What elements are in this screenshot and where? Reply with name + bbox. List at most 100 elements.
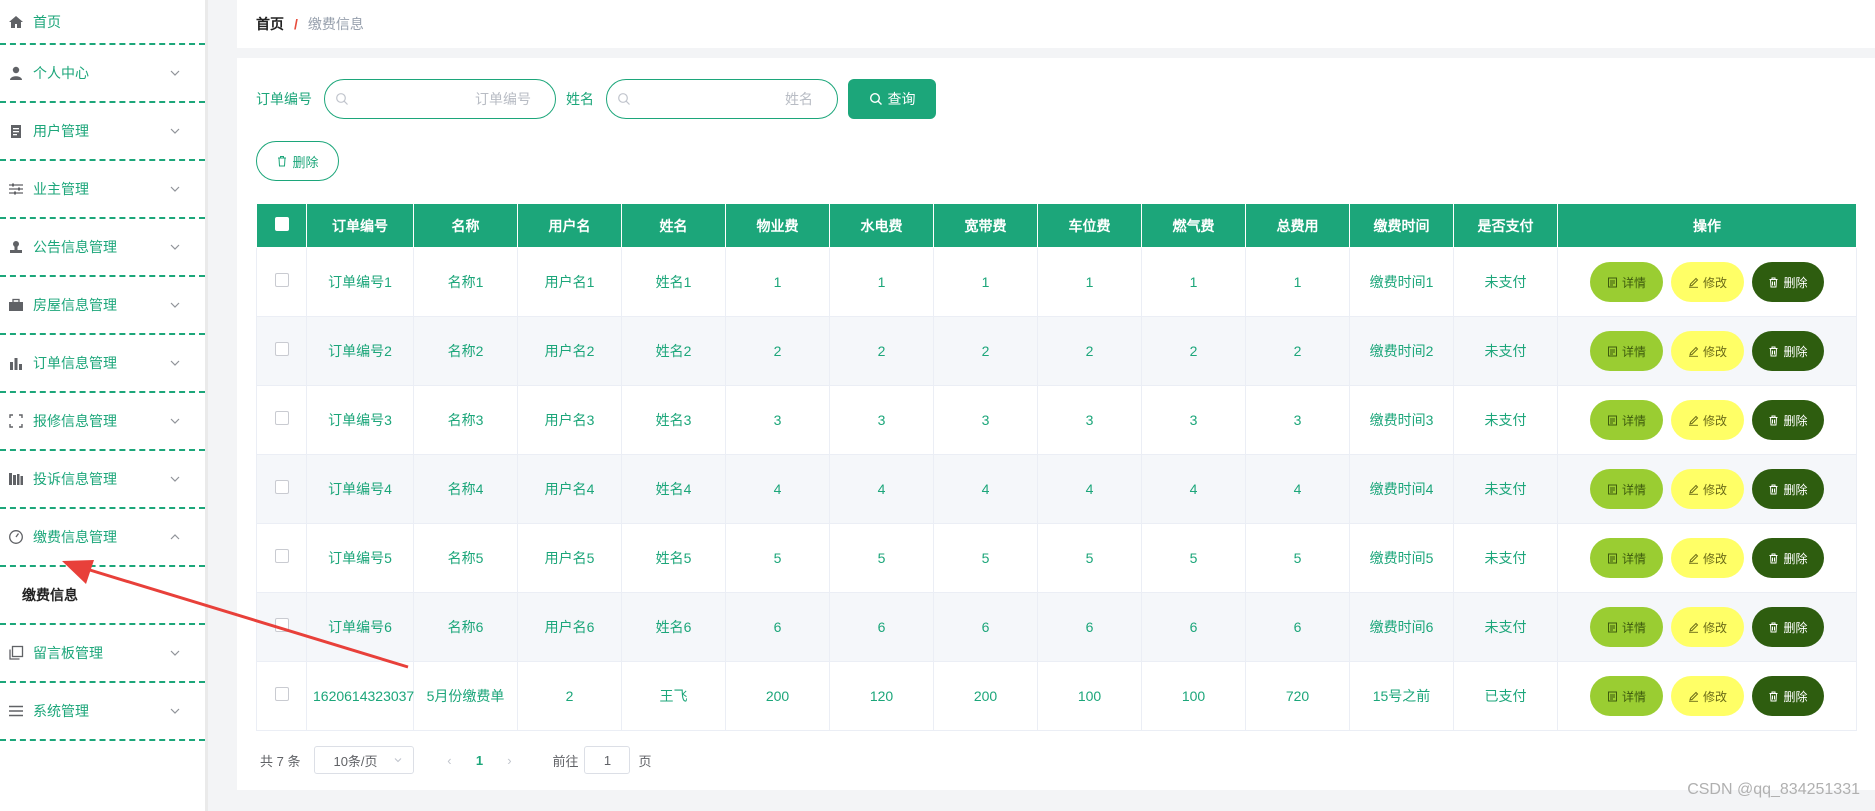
sidebar-item-label: 用户管理 (33, 123, 89, 139)
row-checkbox[interactable] (274, 687, 289, 701)
sidebar-item-user-management[interactable]: 用户管理 (0, 103, 205, 161)
name-input[interactable] (631, 91, 813, 107)
prev-page-icon[interactable]: ‹ (434, 753, 464, 768)
row-checkbox[interactable] (274, 411, 289, 425)
table-cell: 缴费时间6 (1349, 592, 1454, 662)
sidebar-subitem-payment-info[interactable]: 缴费信息 (0, 567, 205, 625)
delete-button[interactable]: 删除 (1752, 400, 1824, 440)
delete-button[interactable]: 删除 (1752, 262, 1824, 302)
detail-button[interactable]: 详情 (1590, 400, 1663, 440)
column-header: 是否支付 (1453, 203, 1558, 248)
table-cell: 2 (933, 316, 1038, 386)
delete-button-label: 删除 (1783, 344, 1808, 359)
detail-button[interactable]: 详情 (1590, 676, 1663, 716)
sidebar-item-label: 订单信息管理 (33, 355, 117, 371)
query-button[interactable]: 查询 (848, 79, 936, 119)
stamp-icon (8, 239, 24, 255)
trash-icon (1768, 622, 1783, 633)
sidebar-item-repair-management[interactable]: 报修信息管理 (0, 393, 205, 451)
edit-button-label: 修改 (1702, 482, 1727, 497)
delete-button[interactable]: 删除 (1752, 469, 1824, 509)
edit-button[interactable]: 修改 (1671, 331, 1744, 371)
trash-icon (1768, 346, 1783, 357)
table-cell: 用户名5 (517, 523, 622, 593)
row-select-cell (256, 247, 307, 317)
delete-button[interactable]: 删除 (1752, 331, 1824, 371)
table-cell: 2 (1037, 316, 1142, 386)
clipboard-icon (8, 123, 24, 139)
edit-button[interactable]: 修改 (1671, 469, 1744, 509)
sidebar-item-personal-center[interactable]: 个人中心 (0, 45, 205, 103)
table-cell: 1 (933, 247, 1038, 317)
next-page-icon[interactable]: › (494, 753, 524, 768)
copy-icon (8, 645, 24, 661)
goto-page-input[interactable] (584, 746, 631, 774)
edit-button[interactable]: 修改 (1671, 400, 1744, 440)
delete-button[interactable]: 删除 (1752, 607, 1824, 647)
table-row: 订单编号2 名称2 用户名2 姓名2 2 2 2 2 2 2 缴费时间2 未支付 详情 修改 删除 (256, 316, 1857, 386)
table-cell: 200 (725, 661, 830, 731)
table-cell: 已支付 (1453, 661, 1558, 731)
breadcrumb-home[interactable]: 首页 (256, 14, 284, 34)
table-cell: 2 (725, 316, 830, 386)
sidebar-item-label: 个人中心 (33, 65, 89, 81)
table-cell: 未支付 (1453, 385, 1558, 455)
order-number-input[interactable] (349, 91, 531, 107)
sidebar-item-message-board[interactable]: 留言板管理 (0, 625, 205, 683)
detail-button[interactable]: 详情 (1590, 607, 1663, 647)
table-cell: 用户名2 (517, 316, 622, 386)
table-cell: 4 (1141, 454, 1246, 524)
row-checkbox[interactable] (274, 549, 289, 563)
row-select-cell (256, 385, 307, 455)
sidebar-item-system-management[interactable]: 系统管理 (0, 683, 205, 741)
chevron-down-icon (170, 708, 180, 714)
row-checkbox[interactable] (274, 342, 289, 356)
delete-button[interactable]: 删除 (1752, 538, 1824, 578)
sidebar-item-announcement-management[interactable]: 公告信息管理 (0, 219, 205, 277)
table-cell: 订单编号6 (306, 592, 414, 662)
sidebar-item-label: 缴费信息管理 (33, 529, 117, 545)
page-number[interactable]: 1 (464, 753, 494, 768)
row-actions: 详情 修改 删除 (1557, 316, 1857, 386)
row-actions: 详情 修改 删除 (1557, 523, 1857, 593)
search-icon (336, 93, 348, 105)
row-checkbox[interactable] (274, 618, 289, 632)
row-checkbox[interactable] (274, 480, 289, 494)
sidebar-item-complaint-management[interactable]: 投诉信息管理 (0, 451, 205, 509)
edit-button[interactable]: 修改 (1671, 262, 1744, 302)
row-checkbox[interactable] (274, 273, 289, 287)
sidebar-item-house-management[interactable]: 房屋信息管理 (0, 277, 205, 335)
sidebar-item-home[interactable]: 首页 (0, 0, 205, 45)
edit-button[interactable]: 修改 (1671, 538, 1744, 578)
edit-button[interactable]: 修改 (1671, 607, 1744, 647)
page-size-select[interactable]: 10条/页 (314, 746, 415, 774)
table-cell: 3 (1037, 385, 1142, 455)
table-cell: 5 (1037, 523, 1142, 593)
page-suffix: 页 (638, 753, 652, 769)
detail-icon (1607, 691, 1622, 702)
batch-delete-button[interactable]: 删除 (256, 141, 339, 181)
select-all-cell (256, 203, 307, 248)
search-form: 订单编号 姓名 查询 (256, 79, 936, 119)
sidebar-item-owner-management[interactable]: 业主管理 (0, 161, 205, 219)
detail-button[interactable]: 详情 (1590, 331, 1663, 371)
detail-button[interactable]: 详情 (1590, 469, 1663, 509)
sidebar-item-order-management[interactable]: 订单信息管理 (0, 335, 205, 393)
row-select-cell (256, 661, 307, 731)
delete-button[interactable]: 删除 (1752, 676, 1824, 716)
select-all-checkbox[interactable] (274, 217, 289, 231)
edit-button[interactable]: 修改 (1671, 676, 1744, 716)
table-cell: 1 (1037, 247, 1142, 317)
column-header: 姓名 (621, 203, 726, 248)
detail-button[interactable]: 详情 (1590, 538, 1663, 578)
column-header: 总费用 (1245, 203, 1350, 248)
detail-button[interactable]: 详情 (1590, 262, 1663, 302)
table-cell: 姓名6 (621, 592, 726, 662)
page-size-value: 10条/页 (333, 753, 378, 769)
edit-icon (1688, 691, 1703, 702)
sidebar-item-payment-management[interactable]: 缴费信息管理 (0, 509, 205, 567)
edit-button-label: 修改 (1702, 275, 1727, 290)
pagination: 共 7 条 10条/页 ‹ 1 › 前往 页 (260, 746, 652, 774)
edit-button-label: 修改 (1702, 620, 1727, 635)
breadcrumb: 首页 / 缴费信息 (237, 0, 1875, 48)
